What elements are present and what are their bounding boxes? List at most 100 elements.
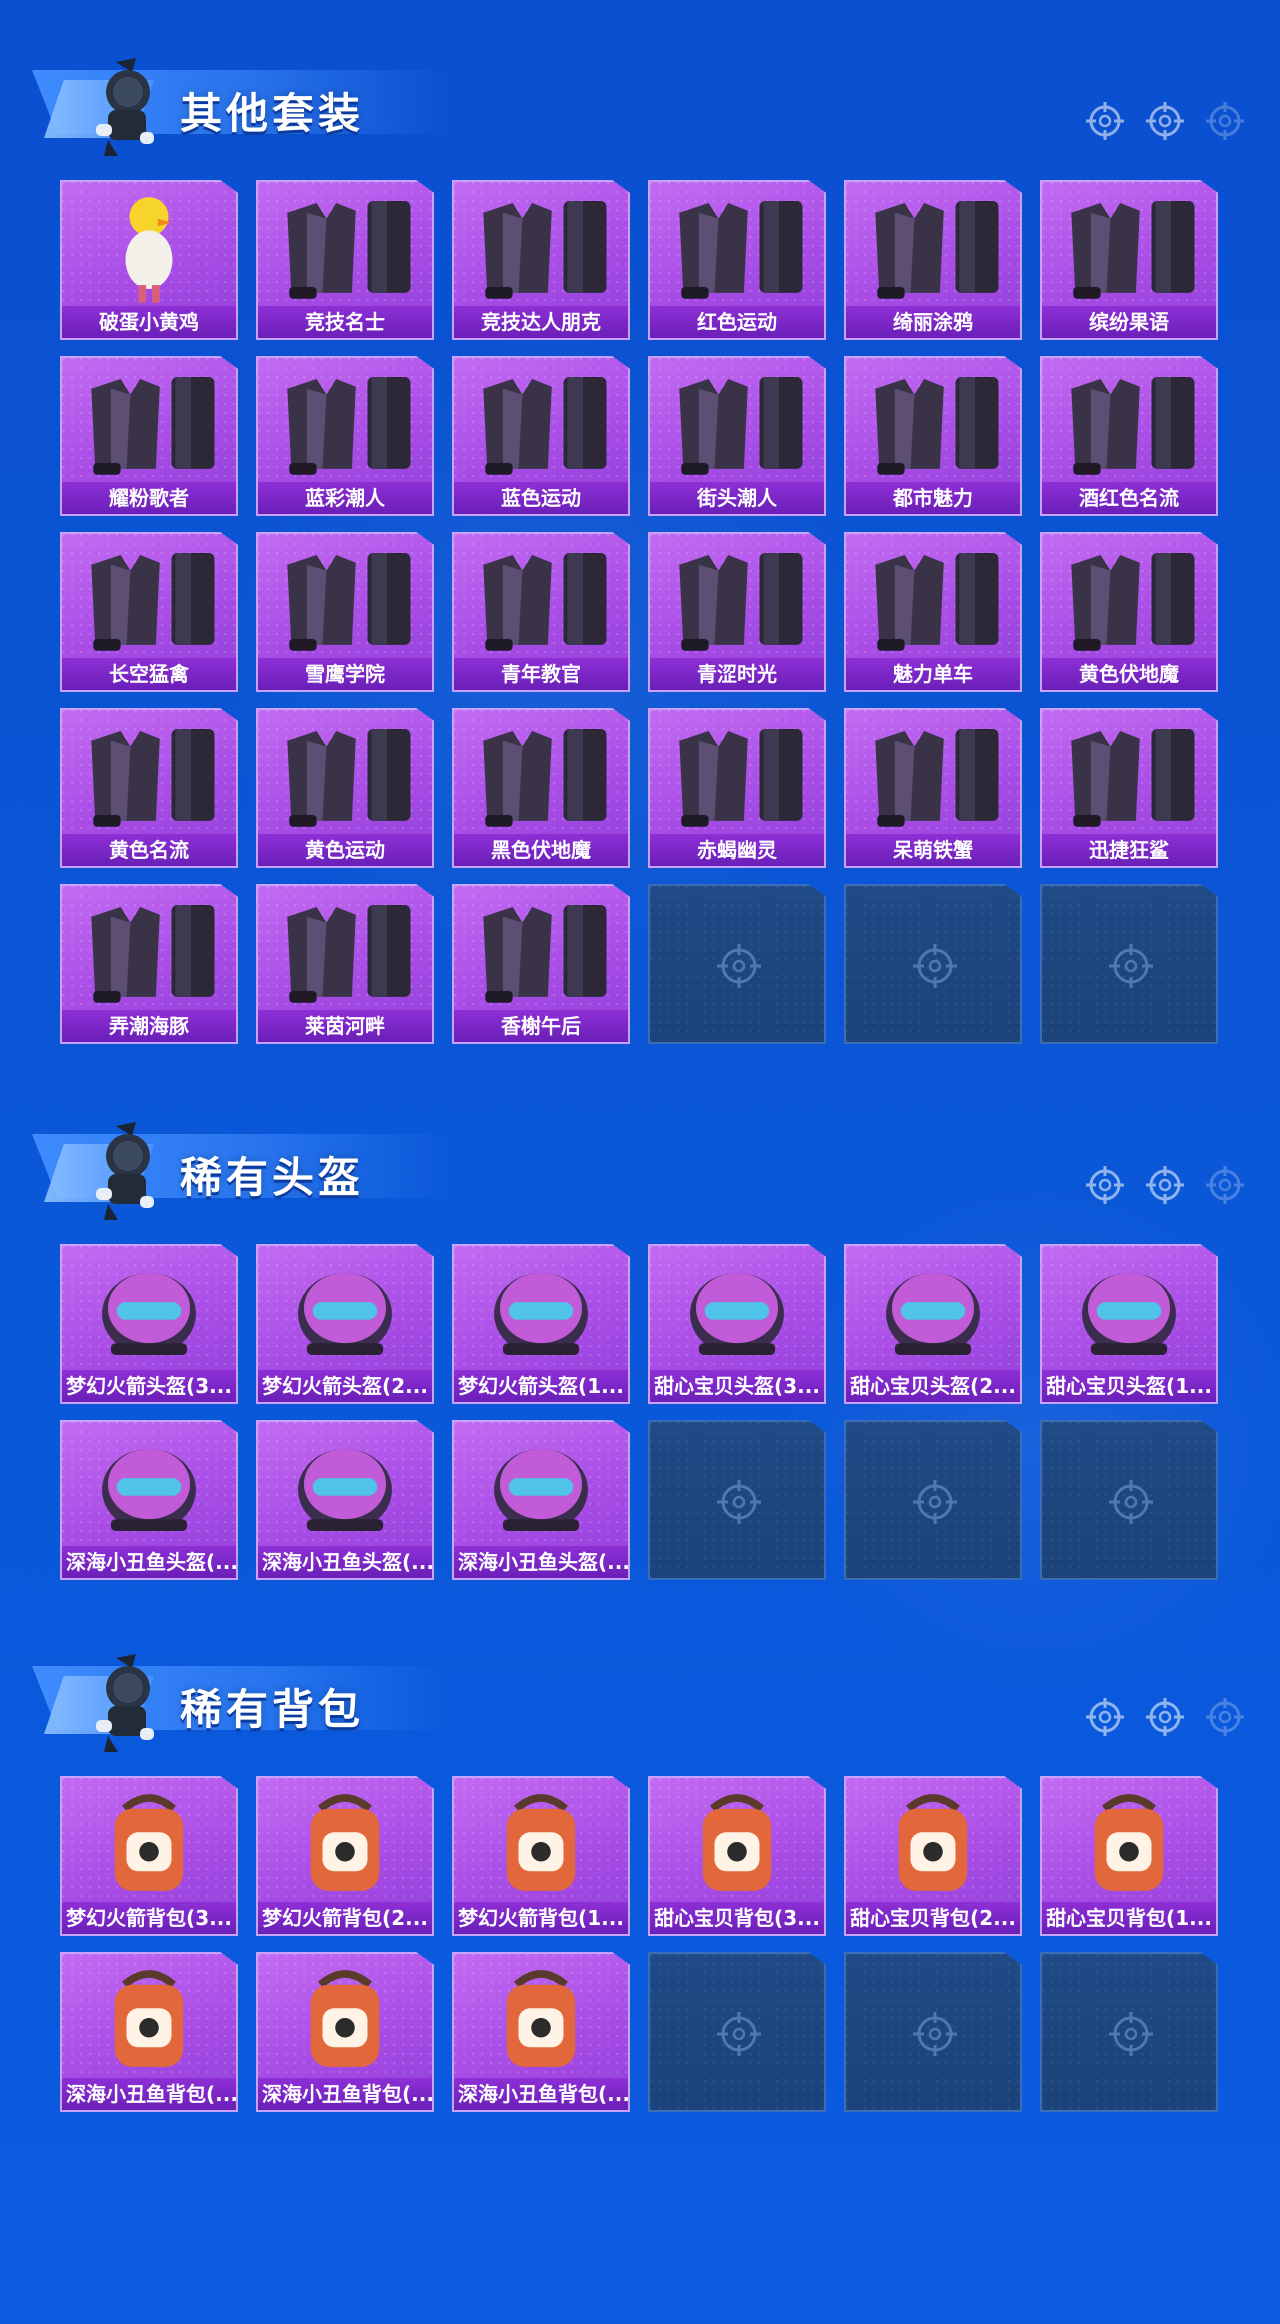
empty-slot [1040,1420,1218,1580]
jacket-outfit-icon [875,729,999,827]
jacket-outfit-icon [483,377,607,475]
jacket-outfit-icon [287,201,411,299]
item-label: 深海小丑鱼背包(... [258,2078,432,2110]
empty-slot [844,884,1022,1044]
item-label: 竞技达人朋克 [454,306,628,338]
crosshair-indicator-icon [1206,1698,1244,1736]
item-label: 长空猛禽 [62,658,236,690]
jacket-outfit-icon [91,905,215,1003]
item-label: 香榭午后 [454,1010,628,1042]
item-card[interactable]: 酒红色名流 [1040,356,1218,516]
item-label: 莱茵河畔 [258,1010,432,1042]
empty-slot [844,1420,1022,1580]
item-card[interactable]: 梦幻火箭头盔(2... [256,1244,434,1404]
item-card[interactable]: 黄色伏地魔 [1040,532,1218,692]
item-label: 梦幻火箭头盔(2... [258,1370,432,1402]
item-card[interactable]: 甜心宝贝背包(3... [648,1776,826,1936]
item-label: 甜心宝贝头盔(3... [650,1370,824,1402]
helmet-icon [102,1272,196,1355]
item-card[interactable]: 弄潮海豚 [60,884,238,1044]
section-title: 稀有背包 [180,1685,365,1734]
item-label: 青年教官 [454,658,628,690]
item-card[interactable]: 深海小丑鱼背包(... [60,1952,238,2112]
item-card[interactable]: 梦幻火箭背包(1... [452,1776,630,1936]
item-card[interactable]: 梦幻火箭背包(2... [256,1776,434,1936]
item-card[interactable]: 雪鹰学院 [256,532,434,692]
helmet-icon [690,1272,784,1355]
item-card[interactable]: 耀粉歌者 [60,356,238,516]
item-card[interactable]: 黑色伏地魔 [452,708,630,868]
crosshair-placeholder-icon [1109,1480,1153,1524]
backpack-icon [702,1794,772,1891]
helmet-icon [102,1448,196,1531]
item-card[interactable]: 竞技名士 [256,180,434,340]
jacket-outfit-icon [875,553,999,651]
helmet-icon [298,1448,392,1531]
item-card[interactable]: 深海小丑鱼头盔(... [256,1420,434,1580]
item-label: 迅捷狂鲨 [1042,834,1216,866]
jacket-outfit-icon [287,377,411,475]
backpack-icon [114,1970,184,2067]
item-card[interactable]: 蓝彩潮人 [256,356,434,516]
item-label: 梦幻火箭头盔(1... [454,1370,628,1402]
item-label: 梦幻火箭背包(1... [454,1902,628,1934]
item-card[interactable]: 深海小丑鱼头盔(... [60,1420,238,1580]
item-card[interactable]: 红色运动 [648,180,826,340]
item-card[interactable]: 深海小丑鱼背包(... [452,1952,630,2112]
item-card[interactable]: 竞技达人朋克 [452,180,630,340]
item-card[interactable]: 甜心宝贝背包(1... [1040,1776,1218,1936]
jacket-outfit-icon [287,729,411,827]
section-title: 稀有头盔 [180,1153,365,1202]
jacket-outfit-icon [483,553,607,651]
item-card[interactable]: 甜心宝贝背包(2... [844,1776,1022,1936]
item-card[interactable]: 绮丽涂鸦 [844,180,1022,340]
item-card[interactable]: 黄色名流 [60,708,238,868]
item-card[interactable]: 青年教官 [452,532,630,692]
mascot-icon [96,58,154,156]
item-card[interactable]: 香榭午后 [452,884,630,1044]
crosshair-indicator-icon [1206,102,1244,140]
jacket-outfit-icon [91,553,215,651]
crosshair-indicator-icon [1086,1166,1124,1204]
item-card[interactable]: 蓝色运动 [452,356,630,516]
item-card[interactable]: 赤蝎幽灵 [648,708,826,868]
backpack-icon [310,1970,380,2067]
item-card[interactable]: 黄色运动 [256,708,434,868]
item-card[interactable]: 迅捷狂鲨 [1040,708,1218,868]
item-card[interactable]: 长空猛禽 [60,532,238,692]
helmet-icon [298,1272,392,1355]
item-card[interactable]: 青涩时光 [648,532,826,692]
item-card[interactable]: 街头潮人 [648,356,826,516]
item-card[interactable]: 呆萌铁蟹 [844,708,1022,868]
item-label: 梦幻火箭背包(3... [62,1902,236,1934]
item-card[interactable]: 破蛋小黄鸡 [60,180,238,340]
item-label: 雪鹰学院 [258,658,432,690]
item-card[interactable]: 梦幻火箭背包(3... [60,1776,238,1936]
item-label: 甜心宝贝背包(3... [650,1902,824,1934]
section-header: 稀有头盔 [0,1104,1280,1224]
item-label: 都市魅力 [846,482,1020,514]
item-label: 深海小丑鱼背包(... [62,2078,236,2110]
item-card[interactable]: 深海小丑鱼背包(... [256,1952,434,2112]
crosshair-indicator-icon [1146,1166,1184,1204]
page-indicators [1084,1696,1246,1738]
backpack-icon [310,1794,380,1891]
item-card[interactable]: 魅力单车 [844,532,1022,692]
jacket-outfit-icon [91,729,215,827]
item-card[interactable]: 梦幻火箭头盔(1... [452,1244,630,1404]
section-backpacks: 稀有背包 梦幻火箭背包(3... 梦幻火箭背包(2... 梦幻火箭背包(1... 甜心… [0,1636,1280,2156]
item-card[interactable]: 甜心宝贝头盔(1... [1040,1244,1218,1404]
item-card[interactable]: 甜心宝贝头盔(3... [648,1244,826,1404]
backpack-icon [1094,1794,1164,1891]
item-label: 酒红色名流 [1042,482,1216,514]
item-label: 竞技名士 [258,306,432,338]
item-label: 梦幻火箭背包(2... [258,1902,432,1934]
chick-costume-icon [125,197,173,303]
item-card[interactable]: 缤纷果语 [1040,180,1218,340]
item-card[interactable]: 莱茵河畔 [256,884,434,1044]
item-card[interactable]: 梦幻火箭头盔(3... [60,1244,238,1404]
item-card[interactable]: 都市魅力 [844,356,1022,516]
item-card[interactable]: 甜心宝贝头盔(2... [844,1244,1022,1404]
item-label: 蓝彩潮人 [258,482,432,514]
item-card[interactable]: 深海小丑鱼头盔(... [452,1420,630,1580]
